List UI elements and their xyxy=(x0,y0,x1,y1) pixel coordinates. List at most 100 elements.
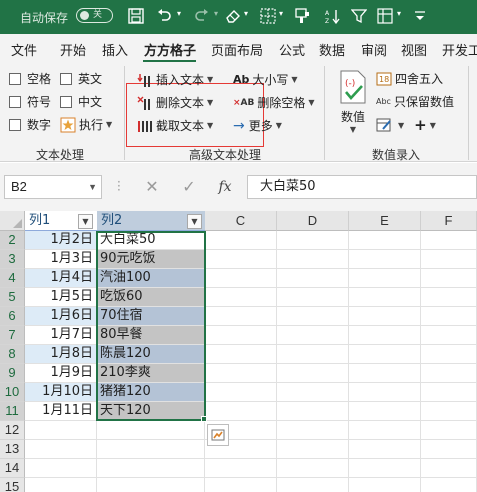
table-cell-item[interactable] xyxy=(97,459,205,478)
delete-text-button[interactable]: 删除文本 ▼ xyxy=(137,94,213,111)
empty-cell[interactable] xyxy=(277,288,349,307)
undo-dropdown-icon[interactable]: ▾ xyxy=(177,9,186,23)
empty-cell[interactable] xyxy=(421,231,477,250)
row-header[interactable]: 2 xyxy=(0,231,25,250)
table-cell-date[interactable]: 1月6日 xyxy=(25,307,97,326)
tab-data[interactable]: 数据 xyxy=(319,40,345,59)
tab-file[interactable]: 文件 xyxy=(11,40,37,59)
checkbox-box[interactable] xyxy=(9,118,21,131)
empty-cell[interactable] xyxy=(277,421,349,440)
sort-icon[interactable]: AZ xyxy=(320,5,344,27)
select-all-corner[interactable] xyxy=(0,211,25,231)
empty-cell[interactable] xyxy=(277,231,349,250)
row-header[interactable]: 11 xyxy=(0,402,25,421)
empty-cell[interactable] xyxy=(205,269,277,288)
empty-cell[interactable] xyxy=(277,459,349,478)
execute-button[interactable]: 执行 ▼ xyxy=(60,116,112,133)
input-tools-button[interactable]: ▼ + ▼ xyxy=(376,116,436,134)
tab-review[interactable]: 审阅 xyxy=(361,40,387,59)
tab-insert[interactable]: 插入 xyxy=(102,40,128,59)
save-icon[interactable] xyxy=(124,5,148,27)
empty-cell[interactable] xyxy=(205,326,277,345)
more-button[interactable]: → 更多 ▼ xyxy=(233,117,282,134)
insert-function-button[interactable]: fx xyxy=(214,177,236,197)
tab-view[interactable]: 视图 xyxy=(401,40,427,59)
table-cell-date[interactable]: 1月5日 xyxy=(25,288,97,307)
table-cell-item[interactable] xyxy=(97,421,205,440)
table-cell-item[interactable]: 210李爽 xyxy=(97,364,205,383)
table-cell-date[interactable]: 1月2日 xyxy=(25,231,97,250)
empty-cell[interactable] xyxy=(277,364,349,383)
empty-cell[interactable] xyxy=(205,307,277,326)
empty-cell[interactable] xyxy=(205,402,277,421)
row-header[interactable]: 13 xyxy=(0,440,25,459)
checkbox-number[interactable]: 数字 xyxy=(9,116,51,133)
cancel-icon[interactable]: ✕ xyxy=(141,177,163,197)
fill-handle[interactable] xyxy=(201,416,207,422)
row-header[interactable]: 10 xyxy=(0,383,25,402)
filter-dropdown-icon[interactable]: ▼ xyxy=(78,214,93,229)
table-cell-item[interactable]: 陈晨120 xyxy=(97,345,205,364)
empty-cell[interactable] xyxy=(421,288,477,307)
table-cell-date[interactable]: 1月3日 xyxy=(25,250,97,269)
empty-cell[interactable] xyxy=(349,269,421,288)
checkbox-english[interactable]: 英文 xyxy=(60,70,102,87)
table-cell-date[interactable]: 1月4日 xyxy=(25,269,97,288)
empty-cell[interactable] xyxy=(421,250,477,269)
empty-cell[interactable] xyxy=(421,440,477,459)
chevron-down-icon[interactable]: ▼ xyxy=(88,176,97,198)
empty-cell[interactable] xyxy=(349,459,421,478)
insert-text-button[interactable]: 插入文本 ▼ xyxy=(137,71,213,88)
empty-cell[interactable] xyxy=(421,364,477,383)
checkbox-chinese[interactable]: 中文 xyxy=(60,93,102,110)
empty-cell[interactable] xyxy=(421,478,477,492)
column-header-f[interactable]: F xyxy=(421,211,477,231)
table-cell-date[interactable]: 1月9日 xyxy=(25,364,97,383)
empty-cell[interactable] xyxy=(277,383,349,402)
empty-cell[interactable] xyxy=(349,231,421,250)
table-cell-item[interactable]: 80早餐 xyxy=(97,326,205,345)
freeze-dropdown-icon[interactable]: ▾ xyxy=(397,9,406,23)
table-cell-item[interactable] xyxy=(97,478,205,492)
quick-analysis-button[interactable] xyxy=(207,424,229,446)
column-header-c[interactable]: C xyxy=(205,211,277,231)
empty-cell[interactable] xyxy=(205,459,277,478)
checkbox-box[interactable] xyxy=(9,72,21,85)
empty-cell[interactable] xyxy=(349,307,421,326)
table-cell-date[interactable]: 1月7日 xyxy=(25,326,97,345)
keep-value-button[interactable]: Abc 只保留数值 xyxy=(376,93,454,110)
borders-icon[interactable] xyxy=(256,5,280,27)
empty-cell[interactable] xyxy=(349,364,421,383)
empty-cell[interactable] xyxy=(421,383,477,402)
table-cell-date[interactable] xyxy=(25,478,97,492)
empty-cell[interactable] xyxy=(421,421,477,440)
table-cell-item[interactable]: 吃饭60 xyxy=(97,288,205,307)
borders-dropdown-icon[interactable]: ▾ xyxy=(279,9,288,23)
row-header[interactable]: 15 xyxy=(0,478,25,492)
table-cell-item[interactable]: 汽油100 xyxy=(97,269,205,288)
filter-dropdown-icon[interactable]: ▼ xyxy=(187,214,202,229)
tab-formulas[interactable]: 公式 xyxy=(279,40,305,59)
empty-cell[interactable] xyxy=(349,478,421,492)
empty-cell[interactable] xyxy=(205,345,277,364)
table-cell-date[interactable] xyxy=(25,440,97,459)
plus-icon[interactable]: + xyxy=(414,116,427,134)
table-cell-date[interactable] xyxy=(25,459,97,478)
table-cell-item[interactable] xyxy=(97,440,205,459)
empty-cell[interactable] xyxy=(277,478,349,492)
formula-input[interactable]: 大白菜50 xyxy=(247,175,477,199)
table-cell-item[interactable]: 大白菜50 xyxy=(97,231,205,250)
formula-bar-grip[interactable]: · · · xyxy=(117,176,121,196)
table-cell-item[interactable]: 天下120 xyxy=(97,402,205,421)
empty-cell[interactable] xyxy=(421,402,477,421)
checkbox-box[interactable] xyxy=(60,72,72,85)
name-box[interactable]: B2 ▼ xyxy=(4,175,102,199)
empty-cell[interactable] xyxy=(277,269,349,288)
row-header[interactable]: 7 xyxy=(0,326,25,345)
empty-cell[interactable] xyxy=(421,269,477,288)
empty-cell[interactable] xyxy=(421,345,477,364)
empty-cell[interactable] xyxy=(205,364,277,383)
empty-cell[interactable] xyxy=(421,326,477,345)
row-header[interactable]: 4 xyxy=(0,269,25,288)
table-cell-item[interactable]: 70住宿 xyxy=(97,307,205,326)
